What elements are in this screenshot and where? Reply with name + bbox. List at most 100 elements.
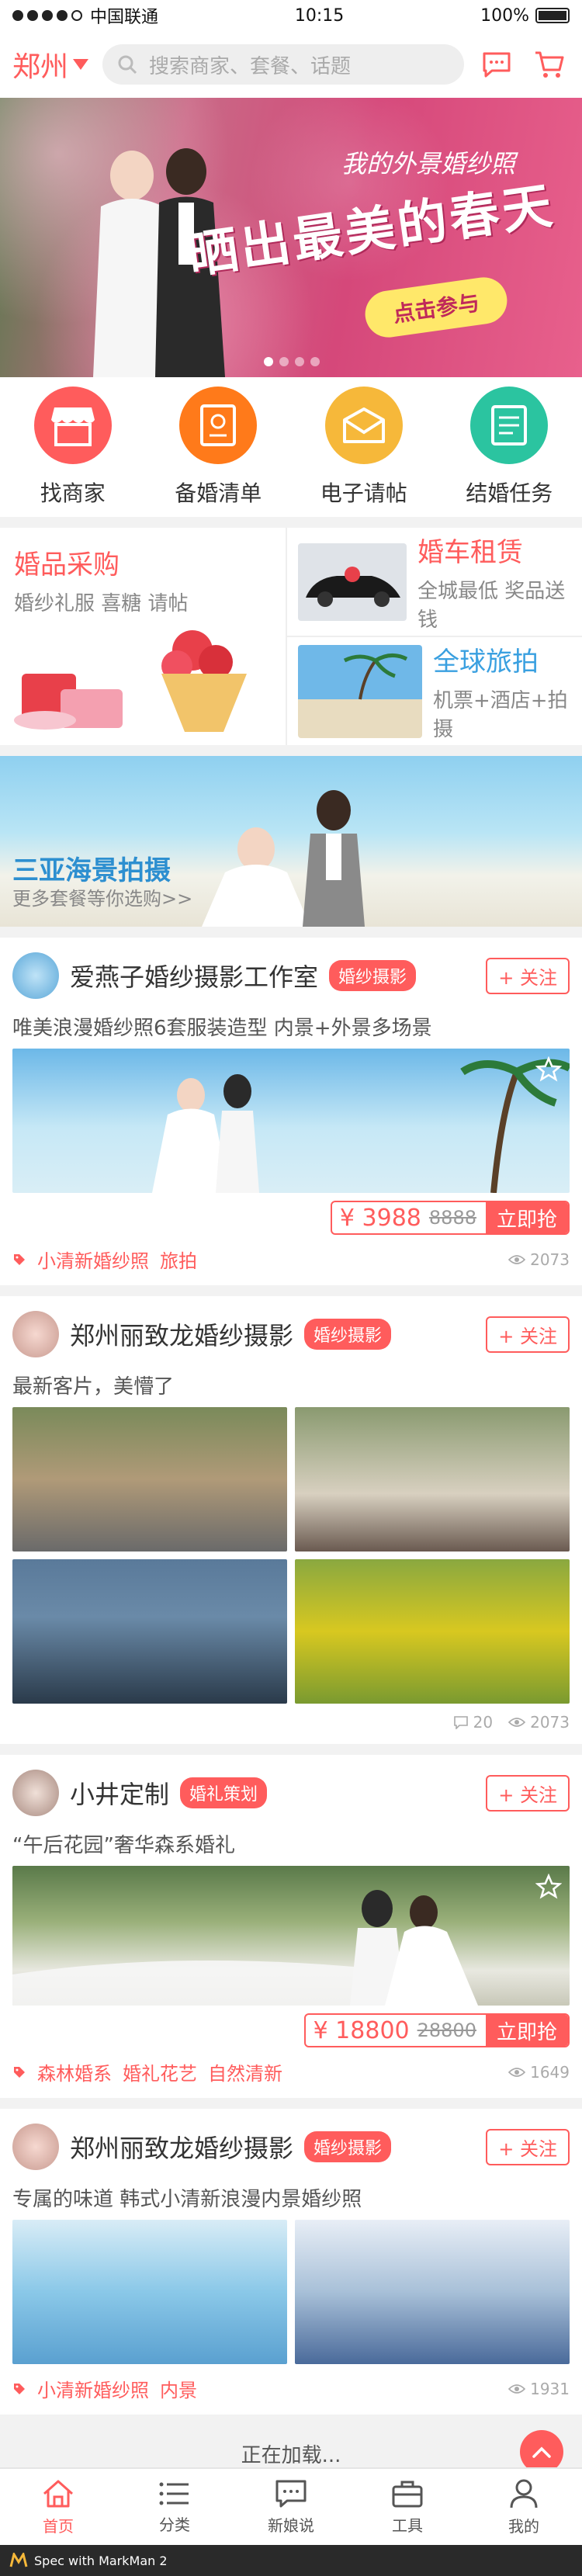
- message-button[interactable]: [476, 44, 517, 85]
- tab-tools[interactable]: 工具: [349, 2469, 466, 2545]
- category-tag: 婚礼策划: [180, 1777, 268, 1808]
- nav-label: 结婚任务: [466, 480, 553, 506]
- post-image[interactable]: [12, 1049, 570, 1193]
- eye-icon: [508, 1254, 526, 1264]
- chevron-down-icon: [73, 59, 89, 70]
- tab-label: 我的: [508, 2516, 539, 2536]
- nav-label: 备婚清单: [175, 480, 262, 506]
- cart-icon: [535, 51, 564, 78]
- tag-icon: [14, 2383, 25, 2394]
- shop-name[interactable]: 郑州丽致龙婚纱摄影: [70, 2129, 293, 2165]
- original-price: 28800: [417, 2020, 476, 2041]
- category-title: 婚车租赁: [417, 537, 523, 568]
- search-input[interactable]: 搜索商家、套餐、话题: [102, 44, 464, 85]
- tab-label: 首页: [43, 2516, 74, 2536]
- post-tag[interactable]: 小清新婚纱照: [37, 1246, 149, 1273]
- grid-photo[interactable]: [295, 1407, 570, 1551]
- eye-icon: [508, 1718, 526, 1727]
- nav-wedding-tasks[interactable]: 结婚任务: [443, 387, 575, 508]
- city-selector[interactable]: 郑州: [12, 44, 90, 85]
- chat-bubble-icon: [483, 52, 511, 78]
- post-tag[interactable]: 自然清新: [208, 2058, 282, 2085]
- shop-name[interactable]: 爱燕子婚纱摄影工作室: [70, 958, 318, 993]
- category-wedding-goods[interactable]: 婚品采购 婚纱礼服 喜糖 请帖: [0, 528, 287, 745]
- follow-button[interactable]: + 关注: [486, 1316, 570, 1353]
- feed-card[interactable]: 爱燕子婚纱摄影工作室 婚纱摄影 + 关注 唯美浪漫婚纱照6套服装造型 内景+外景…: [0, 938, 582, 1285]
- follow-button[interactable]: + 关注: [486, 2128, 570, 2165]
- avatar[interactable]: [12, 952, 59, 999]
- follow-button[interactable]: + 关注: [486, 1774, 570, 1812]
- category-travel-photo[interactable]: 全球旅拍 机票+酒店+拍摄: [287, 637, 582, 745]
- category-tag: 婚纱摄影: [304, 2131, 392, 2162]
- photo-grid: [12, 2220, 570, 2364]
- loading-text: 正在加载...: [241, 2443, 341, 2467]
- feed-card[interactable]: 小井定制 婚礼策划 + 关注 “午后花园”奢华森系婚礼 ¥ 18800 2880…: [0, 1755, 582, 2098]
- promo-subtitle: 更多套餐等你选购>>: [12, 888, 193, 910]
- category-tag: 婚纱摄影: [329, 960, 417, 991]
- tab-label: 新娘说: [268, 2515, 314, 2535]
- shop-name[interactable]: 小井定制: [70, 1775, 169, 1811]
- hero-banner[interactable]: 我的外景婚纱照 晒出最美的春天 点击参与: [0, 98, 582, 377]
- feed-card[interactable]: 郑州丽致龙婚纱摄影 婚纱摄影 + 关注 最新客片，美懵了 20 2073: [0, 1296, 582, 1744]
- avatar[interactable]: [12, 1311, 59, 1357]
- sanya-promo-banner[interactable]: 三亚海景拍摄 更多套餐等你选购>>: [0, 756, 582, 927]
- envelope-icon: [324, 387, 403, 464]
- nav-find-shop[interactable]: 找商家: [7, 387, 139, 508]
- category-title: 婚品采购: [14, 550, 120, 581]
- eye-icon: [508, 2067, 526, 2077]
- eye-icon: [508, 2384, 526, 2394]
- wedding-car-image: [298, 543, 407, 621]
- nav-label: 找商家: [40, 480, 106, 506]
- search-placeholder: 搜索商家、套餐、话题: [149, 54, 352, 78]
- follow-button[interactable]: + 关注: [486, 957, 570, 994]
- grid-photo[interactable]: [12, 1407, 287, 1551]
- grid-photo[interactable]: [12, 2220, 287, 2364]
- bottom-tab-bar: 首页 分类 新娘说 工具 我的: [0, 2467, 582, 2545]
- star-icon[interactable]: [535, 1874, 562, 1900]
- star-icon[interactable]: [535, 1056, 562, 1083]
- current-price: ¥ 3988: [339, 1204, 421, 1232]
- feed-card[interactable]: 郑州丽致龙婚纱摄影 婚纱摄影 + 关注 专属的味道 韩式小清新浪漫内景婚纱照 小…: [0, 2109, 582, 2415]
- post-tag[interactable]: 小清新婚纱照: [37, 2375, 149, 2402]
- shop-icon: [33, 387, 112, 464]
- post-tag[interactable]: 森林婚系: [37, 2058, 112, 2085]
- nav-e-invitation[interactable]: 电子请帖: [298, 387, 430, 508]
- comment-icon: [453, 1716, 468, 1729]
- view-count: 2073: [508, 1713, 570, 1732]
- carrier-label: 中国联通: [90, 8, 159, 27]
- search-icon: [118, 55, 137, 75]
- post-tag[interactable]: 婚礼花艺: [123, 2058, 197, 2085]
- cart-button[interactable]: [529, 44, 570, 85]
- original-price: 8888: [428, 1207, 476, 1229]
- shop-name[interactable]: 郑州丽致龙婚纱摄影: [70, 1316, 293, 1352]
- avatar[interactable]: [12, 1770, 59, 1816]
- buy-now-button[interactable]: 立即抢: [485, 2015, 568, 2046]
- post-tag[interactable]: 内景: [160, 2375, 197, 2402]
- tab-category[interactable]: 分类: [116, 2469, 233, 2545]
- price-box: ¥ 18800 28800 立即抢: [303, 2013, 570, 2047]
- post-tag[interactable]: 旅拍: [160, 1246, 197, 1273]
- tab-me[interactable]: 我的: [466, 2469, 582, 2545]
- post-image[interactable]: [12, 1866, 570, 2006]
- nav-wedding-list[interactable]: 备婚清单: [152, 387, 284, 508]
- wedding-goods-image: [14, 630, 247, 732]
- battery-icon: [535, 8, 570, 23]
- markman-footer: Spec with MarkMan 2: [0, 2545, 582, 2576]
- grid-photo[interactable]: [295, 1559, 570, 1704]
- nav-label: 电子请帖: [320, 480, 407, 506]
- tab-label: 分类: [159, 2515, 190, 2534]
- view-count: 2073: [508, 1250, 570, 1269]
- grid-photo[interactable]: [295, 2220, 570, 2364]
- avatar[interactable]: [12, 2124, 59, 2170]
- grid-photo[interactable]: [12, 1559, 287, 1704]
- view-count: 1931: [508, 2380, 570, 2398]
- tab-home[interactable]: 首页: [0, 2469, 116, 2545]
- clock: 10:15: [294, 5, 345, 26]
- price-box: ¥ 3988 8888 立即抢: [330, 1201, 570, 1235]
- tab-bride-talk[interactable]: 新娘说: [233, 2469, 349, 2545]
- category-wedding-car[interactable]: 婚车租赁 全城最低 奖品送钱: [287, 528, 582, 637]
- post-description: “午后花园”奢华森系婚礼: [12, 1834, 235, 1857]
- city-name: 郑州: [12, 51, 69, 83]
- category-subtitle: 机票+酒店+拍摄: [433, 689, 568, 741]
- buy-now-button[interactable]: 立即抢: [485, 1202, 568, 1233]
